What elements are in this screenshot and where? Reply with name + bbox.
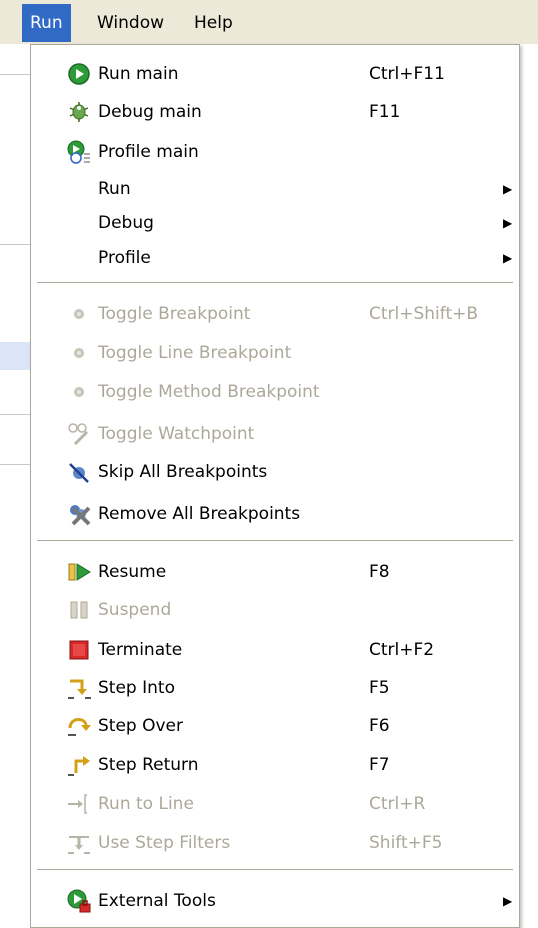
menubar-window[interactable]: Window xyxy=(89,4,172,42)
menu-bar: Run Window Help xyxy=(0,0,538,45)
suspend-icon xyxy=(67,598,91,622)
menu-item-label: Profile main xyxy=(98,142,199,162)
menu-item-resume[interactable]: Resume F8 xyxy=(31,554,519,590)
menu-separator xyxy=(37,540,513,542)
menu-item-label: External Tools xyxy=(98,891,216,911)
run-dropdown-menu: Run main Ctrl+F11 Debug main F11 Profile… xyxy=(30,44,520,928)
menu-item-label: Debug main xyxy=(98,102,202,122)
menu-item-run-main[interactable]: Run main Ctrl+F11 xyxy=(31,56,519,92)
remove-breakpoints-icon xyxy=(67,502,91,526)
profile-icon xyxy=(67,140,91,164)
menu-separator xyxy=(37,869,513,871)
menu-item-shortcut: F5 xyxy=(369,678,390,698)
menu-item-run-to-line[interactable]: Run to Line Ctrl+R xyxy=(31,786,519,822)
menu-item-debug-main[interactable]: Debug main F11 xyxy=(31,94,519,130)
menu-item-label: Profile xyxy=(98,248,151,268)
menu-item-label: Toggle Method Breakpoint xyxy=(98,382,320,402)
resume-icon xyxy=(67,560,91,584)
menu-item-label: Step Return xyxy=(98,755,199,775)
menu-item-label: Toggle Watchpoint xyxy=(98,424,255,444)
submenu-arrow-icon: ▶ xyxy=(503,894,513,908)
step-return-icon xyxy=(67,753,91,777)
submenu-arrow-icon: ▶ xyxy=(503,182,513,196)
background-window-right xyxy=(520,44,538,928)
menu-item-shortcut: Ctrl+Shift+B xyxy=(369,304,479,324)
menubar-run[interactable]: Run xyxy=(22,4,71,42)
menu-item-label: Toggle Breakpoint xyxy=(98,304,251,324)
menu-item-shortcut: Ctrl+F2 xyxy=(369,640,435,660)
watchpoint-glasses-icon xyxy=(67,422,91,446)
menu-item-profile-main[interactable]: Profile main xyxy=(31,134,519,170)
breakpoint-dot-icon xyxy=(67,302,91,326)
menu-item-shortcut: Ctrl+F11 xyxy=(369,64,445,84)
skip-breakpoints-icon xyxy=(67,460,91,484)
background-window-left xyxy=(0,44,30,928)
terminate-icon xyxy=(67,638,91,662)
menu-item-terminate[interactable]: Terminate Ctrl+F2 xyxy=(31,632,519,668)
menu-item-toggle-method-breakpoint[interactable]: Toggle Method Breakpoint xyxy=(31,374,519,410)
menu-item-step-into[interactable]: Step Into F5 xyxy=(31,670,519,706)
menu-item-label: Run to Line xyxy=(98,794,194,814)
menu-item-toggle-line-breakpoint[interactable]: Toggle Line Breakpoint xyxy=(31,335,519,371)
run-to-line-icon xyxy=(67,792,91,816)
menu-item-debug-submenu[interactable]: Debug ▶ xyxy=(31,205,519,241)
menu-separator xyxy=(37,282,513,284)
menu-item-profile-submenu[interactable]: Profile ▶ xyxy=(31,240,519,276)
menu-item-shortcut: F6 xyxy=(369,716,390,736)
menu-item-label: Remove All Breakpoints xyxy=(98,504,301,524)
breakpoint-dot-icon xyxy=(67,341,91,365)
menu-item-suspend[interactable]: Suspend xyxy=(31,592,519,628)
menu-item-step-over[interactable]: Step Over F6 xyxy=(31,708,519,744)
menu-item-external-tools[interactable]: External Tools ▶ xyxy=(31,883,519,919)
menubar-help[interactable]: Help xyxy=(186,4,241,42)
submenu-arrow-icon: ▶ xyxy=(503,251,513,265)
menu-item-toggle-watchpoint[interactable]: Toggle Watchpoint xyxy=(31,416,519,452)
breakpoint-dot-icon xyxy=(67,380,91,404)
menu-item-label: Step Over xyxy=(98,716,183,736)
menu-item-toggle-breakpoint[interactable]: Toggle Breakpoint Ctrl+Shift+B xyxy=(31,296,519,332)
menu-item-shortcut: Shift+F5 xyxy=(369,833,443,853)
external-tools-icon xyxy=(67,889,91,913)
menu-item-shortcut: F7 xyxy=(369,755,390,775)
submenu-arrow-icon: ▶ xyxy=(503,216,513,230)
menu-item-shortcut: F8 xyxy=(369,562,390,582)
menu-item-label: Toggle Line Breakpoint xyxy=(98,343,292,363)
step-over-icon xyxy=(67,714,91,738)
menu-item-remove-all-breakpoints[interactable]: Remove All Breakpoints xyxy=(31,496,519,532)
menu-item-label: Use Step Filters xyxy=(98,833,231,853)
step-into-icon xyxy=(67,676,91,700)
menu-item-label: Step Into xyxy=(98,678,175,698)
debug-bug-icon xyxy=(67,100,91,124)
menu-item-label: Resume xyxy=(98,562,167,582)
menu-item-label: Suspend xyxy=(98,600,172,620)
menu-item-label: Run xyxy=(98,179,131,199)
menu-item-shortcut: Ctrl+R xyxy=(369,794,426,814)
menu-item-label: Debug xyxy=(98,213,154,233)
menu-item-skip-all-breakpoints[interactable]: Skip All Breakpoints xyxy=(31,454,519,490)
menu-item-shortcut: F11 xyxy=(369,102,401,122)
menu-item-run-submenu[interactable]: Run ▶ xyxy=(31,171,519,207)
menu-item-label: Run main xyxy=(98,64,179,84)
menu-item-label: Terminate xyxy=(98,640,183,660)
menu-item-use-step-filters[interactable]: Use Step Filters Shift+F5 xyxy=(31,825,519,861)
menu-item-step-return[interactable]: Step Return F7 xyxy=(31,747,519,783)
run-icon xyxy=(67,62,91,86)
menu-item-label: Skip All Breakpoints xyxy=(98,462,268,482)
step-filters-icon xyxy=(67,831,91,855)
